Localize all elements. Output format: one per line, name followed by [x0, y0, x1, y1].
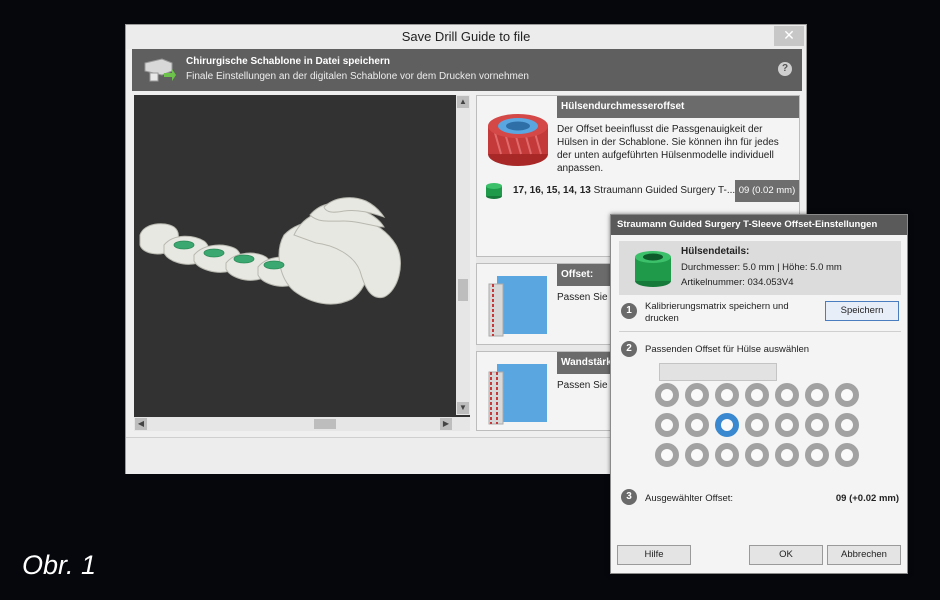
green-sleeve-icon [635, 251, 671, 287]
sleeve-details-box: Hülsendetails: Durchmesser: 5.0 mm | Höh… [619, 241, 901, 295]
offset-ring[interactable] [685, 443, 709, 467]
save-calibration-button[interactable]: Speichern [825, 301, 899, 321]
sleeve-article-number: Artikelnummer: 034.053V4 [681, 277, 794, 288]
step-3-text: Ausgewählter Offset: [645, 493, 734, 504]
header-subtitle: Finale Einstellungen an der digitalen Sc… [186, 71, 529, 82]
help-button[interactable]: Hilfe [617, 545, 691, 565]
offset-ring[interactable] [835, 413, 859, 437]
sleeve-model-name: Straumann Guided Surgery T-... [593, 185, 736, 196]
scroll-up-icon[interactable]: ▲ [457, 96, 469, 108]
divider [619, 331, 901, 332]
step-2-text: Passenden Offset für Hülse auswählen [645, 344, 810, 355]
offset-ring[interactable] [775, 383, 799, 407]
ok-button[interactable]: OK [749, 545, 823, 565]
green-sleeve-icon [486, 183, 502, 199]
help-icon[interactable]: ? [778, 62, 792, 76]
cancel-button[interactable]: Abbrechen [827, 545, 901, 565]
offset-ring[interactable] [835, 383, 859, 407]
offset-ring[interactable] [835, 443, 859, 467]
sleeve-offset-settings-popup: Straumann Guided Surgery T-Sleeve Offset… [610, 214, 908, 574]
offset-ring[interactable] [685, 413, 709, 437]
sleeve-teeth: 17, 16, 15, 14, 13 [513, 185, 591, 196]
scroll-right-icon[interactable]: ▶ [440, 418, 452, 430]
scroll-down-icon[interactable]: ▼ [457, 402, 469, 414]
figure-caption: Obr. 1 [22, 550, 97, 580]
step-3-badge: 3 [621, 489, 637, 505]
sleeve-offset-title: Hülsendurchmesseroffset [557, 96, 799, 118]
header-title: Chirurgische Schablone in Datei speicher… [186, 56, 390, 67]
offset-ring-selected[interactable] [715, 413, 739, 437]
sleeve-details-title: Hülsendetails: [681, 246, 750, 257]
offset-ring[interactable] [685, 383, 709, 407]
vertical-scrollbar[interactable]: ▲ ▼ [456, 95, 470, 415]
offset-ring[interactable] [745, 413, 769, 437]
step-2-badge: 2 [621, 341, 637, 357]
sleeve-offset-text: Der Offset beeinflusst die Passgenauigke… [557, 124, 779, 174]
vertical-scroll-thumb[interactable] [458, 279, 468, 301]
offset-ring[interactable] [715, 443, 739, 467]
offset-ring[interactable] [655, 413, 679, 437]
drill-guide-icon [144, 58, 176, 82]
offset-ring[interactable] [655, 443, 679, 467]
step-1-text: Kalibrierungsmatrix speichern und drucke… [645, 301, 789, 324]
offset-icon [488, 276, 547, 337]
selected-offset-value: 09 (+0.02 mm) [835, 493, 899, 504]
sleeve-diameter-icon [488, 114, 548, 166]
offset-ring[interactable] [805, 413, 829, 437]
window-title: Save Drill Guide to file [401, 29, 531, 44]
scroll-left-icon[interactable]: ◀ [135, 418, 147, 430]
sleeve-model-label: 17, 16, 15, 14, 13 Straumann Guided Surg… [513, 185, 735, 196]
offset-ring[interactable] [745, 383, 769, 407]
offset-ring[interactable] [745, 443, 769, 467]
offset-ring[interactable] [775, 413, 799, 437]
wall-thickness-icon [488, 364, 547, 425]
popup-title: Straumann Guided Surgery T-Sleeve Offset… [611, 215, 907, 235]
dialog-header: Chirurgische Schablone in Datei speicher… [132, 49, 802, 91]
offset-ring[interactable] [805, 383, 829, 407]
offset-ring[interactable] [715, 383, 739, 407]
window-titlebar: Save Drill Guide to file ✕ [126, 25, 806, 49]
3d-viewport[interactable]: ▲ ▼ ◀ ▶ [134, 95, 470, 431]
offset-display-field[interactable] [659, 363, 777, 381]
sleeve-dimensions: Durchmesser: 5.0 mm | Höhe: 5.0 mm [681, 262, 842, 273]
offset-ring[interactable] [775, 443, 799, 467]
sleeve-model-row: 17, 16, 15, 14, 13 Straumann Guided Surg… [483, 180, 799, 202]
sleeve-offset-value-button[interactable]: 09 (0.02 mm) [735, 180, 799, 202]
horizontal-scroll-thumb[interactable] [314, 419, 336, 429]
offset-ring[interactable] [805, 443, 829, 467]
close-button[interactable]: ✕ [774, 26, 804, 46]
horizontal-scrollbar[interactable]: ◀ ▶ [134, 417, 470, 431]
step-1-badge: 1 [621, 303, 637, 319]
offset-ring[interactable] [655, 383, 679, 407]
drill-guide-model [139, 197, 401, 305]
